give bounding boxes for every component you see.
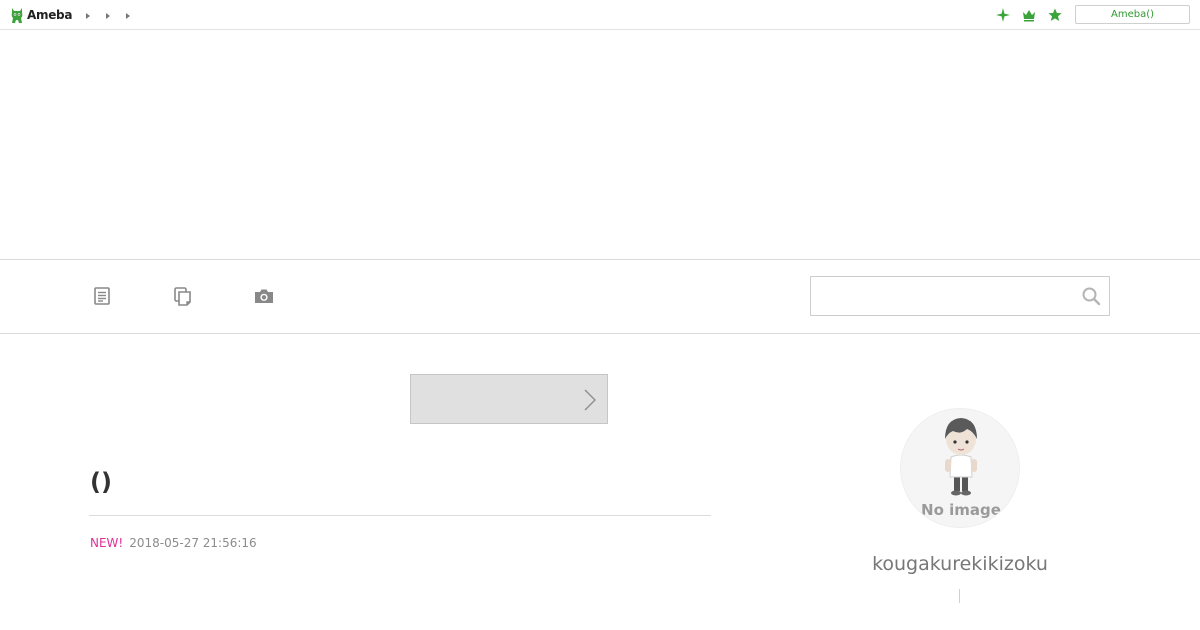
ameba-logo-icon bbox=[11, 8, 23, 23]
ameba-account-button[interactable]: Ameba() bbox=[1075, 5, 1190, 24]
sparkle-icon[interactable] bbox=[990, 6, 1016, 24]
entry-title[interactable]: () bbox=[90, 465, 112, 499]
header-icon-group bbox=[990, 6, 1068, 24]
avatar-label: No image bbox=[921, 501, 1001, 519]
profile-name[interactable]: kougakurekikizoku bbox=[820, 552, 1100, 576]
entry-divider bbox=[89, 515, 711, 516]
search-input[interactable] bbox=[811, 277, 1071, 315]
more-entries-button[interactable] bbox=[410, 374, 608, 424]
logo-text: Ameba bbox=[27, 8, 73, 22]
breadcrumb-item-3[interactable] bbox=[122, 9, 142, 21]
breadcrumb bbox=[82, 9, 142, 21]
blog-nav-bar bbox=[0, 259, 1200, 334]
profile-separator bbox=[959, 589, 960, 603]
no-image-avatar-icon: No image bbox=[901, 409, 1019, 527]
breadcrumb-item-1[interactable] bbox=[82, 9, 102, 21]
entry-list-icon[interactable] bbox=[89, 284, 115, 308]
global-header: Ameba Ameba() bbox=[0, 0, 1200, 30]
breadcrumb-item-2[interactable] bbox=[102, 9, 122, 21]
entry-date: 2018-05-27 21:56:16 bbox=[129, 536, 257, 550]
search-icon[interactable] bbox=[1081, 286, 1101, 306]
crown-icon[interactable] bbox=[1016, 6, 1042, 24]
chevron-right-icon bbox=[584, 389, 596, 411]
camera-icon[interactable] bbox=[251, 284, 277, 308]
profile-avatar[interactable]: No image bbox=[900, 408, 1020, 528]
new-badge: NEW! bbox=[90, 536, 124, 550]
ameba-logo[interactable]: Ameba bbox=[10, 5, 72, 25]
entry-meta: NEW! 2018-05-27 21:56:16 bbox=[90, 535, 257, 551]
blog-search-box bbox=[810, 276, 1110, 316]
pages-icon[interactable] bbox=[170, 284, 196, 308]
ad-space bbox=[0, 31, 1200, 259]
star-icon[interactable] bbox=[1042, 6, 1068, 24]
